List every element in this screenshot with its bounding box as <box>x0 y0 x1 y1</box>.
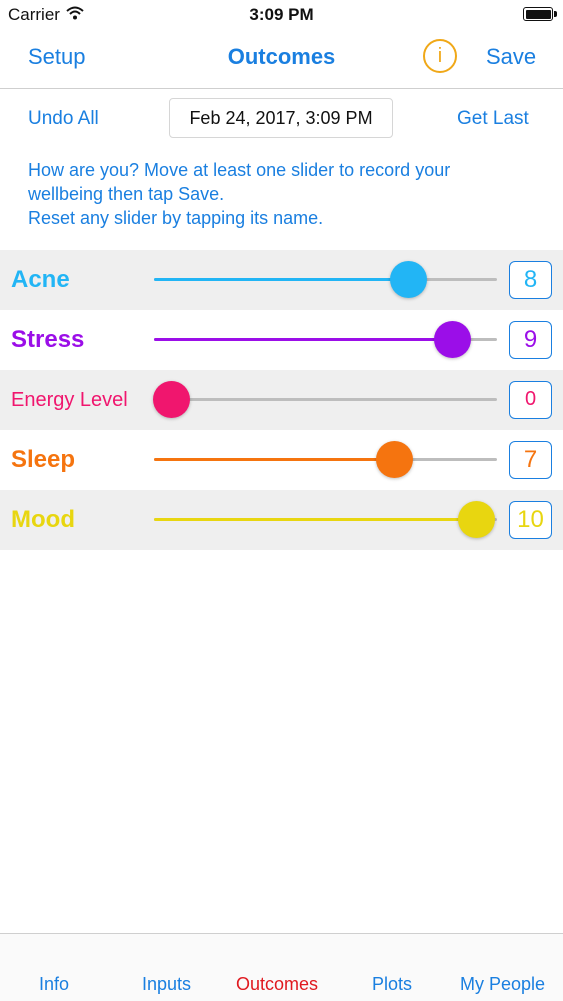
date-field[interactable]: Feb 24, 2017, 3:09 PM <box>169 98 393 138</box>
slider-track-acne[interactable] <box>154 261 497 298</box>
slider-name-energy-level[interactable]: Energy Level <box>11 370 128 430</box>
slider-row-sleep: Sleep 7 <box>0 430 563 490</box>
slider-fill-stress <box>154 338 453 341</box>
undo-all-button[interactable]: Undo All <box>28 108 99 130</box>
toolbar: Undo All Feb 24, 2017, 3:09 PM Get Last <box>0 88 563 150</box>
slider-thumb-acne[interactable] <box>389 261 427 298</box>
instructions: How are you? Move at least one slider to… <box>28 158 538 230</box>
tab-outcomes[interactable]: Outcomes <box>236 974 318 995</box>
info-icon[interactable]: i <box>423 39 457 73</box>
instruction-line: How are you? Move at least one slider to… <box>28 160 451 180</box>
tab-plots[interactable]: Plots <box>372 974 412 995</box>
slider-thumb-energy-level[interactable] <box>153 381 191 418</box>
slider-name-acne[interactable]: Acne <box>11 250 70 310</box>
slider-row-acne: Acne 8 <box>0 250 563 310</box>
navigation-bar: Setup Outcomes i Save <box>0 30 563 89</box>
slider-track-sleep[interactable] <box>154 441 497 478</box>
slider-value-sleep: 7 <box>509 441 552 479</box>
slider-thumb-sleep[interactable] <box>376 441 414 478</box>
status-bar: Carrier 3:09 PM <box>0 0 563 30</box>
slider-value-acne: 8 <box>509 261 552 299</box>
get-last-button[interactable]: Get Last <box>457 108 529 130</box>
tab-inputs[interactable]: Inputs <box>142 974 191 995</box>
save-button[interactable]: Save <box>486 44 536 70</box>
slider-thumb-mood[interactable] <box>458 501 496 538</box>
slider-value-energy-level: 0 <box>509 381 552 419</box>
slider-row-stress: Stress 9 <box>0 310 563 370</box>
slider-row-mood: Mood 10 <box>0 490 563 550</box>
setup-button[interactable]: Setup <box>28 44 86 70</box>
slider-track-energy-level[interactable] <box>153 381 497 418</box>
slider-fill-acne <box>154 278 408 281</box>
slider-row-energy-level: Energy Level 0 <box>0 370 563 430</box>
clock: 3:09 PM <box>249 5 314 24</box>
slider-thumb-stress[interactable] <box>434 321 472 358</box>
tab-bar: Info Inputs Outcomes Plots My People <box>0 933 563 1001</box>
slider-value-stress: 9 <box>509 321 552 359</box>
slider-fill-sleep <box>154 458 395 461</box>
instruction-line: wellbeing then tap Save. <box>28 184 225 204</box>
instruction-line: Reset any slider by tapping its name. <box>28 208 324 228</box>
slider-track-mood[interactable] <box>154 501 497 538</box>
battery-icon <box>523 7 557 21</box>
tab-my-people[interactable]: My People <box>460 974 545 995</box>
slider-name-stress[interactable]: Stress <box>11 310 84 370</box>
slider-track-stress[interactable] <box>154 321 497 358</box>
tab-info[interactable]: Info <box>39 974 69 995</box>
slider-name-mood[interactable]: Mood <box>11 490 75 550</box>
slider-value-mood: 10 <box>509 501 552 539</box>
slider-fill-mood <box>154 518 477 521</box>
slider-name-sleep[interactable]: Sleep <box>11 430 75 490</box>
